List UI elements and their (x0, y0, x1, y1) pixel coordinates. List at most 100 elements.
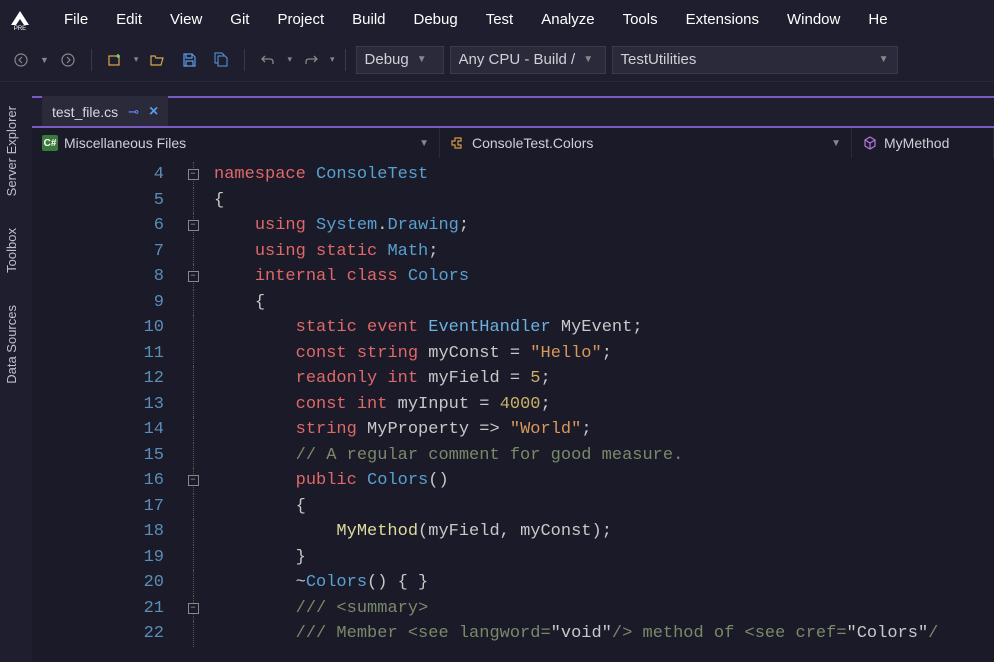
menubar: PRE FileEditViewGitProjectBuildDebugTest… (0, 0, 994, 38)
config-dropdown[interactable]: Debug ▼ (356, 46, 444, 74)
save-all-icon[interactable] (208, 47, 234, 73)
menu-tools[interactable]: Tools (609, 7, 672, 32)
line-number: 11 (32, 341, 172, 367)
code-line[interactable]: /// <summary> (214, 596, 994, 622)
code-line[interactable]: internal class Colors (214, 264, 994, 290)
code-line[interactable]: const int myInput = 4000; (214, 392, 994, 418)
menu-view[interactable]: View (156, 7, 216, 32)
code-line[interactable]: const string myConst = "Hello"; (214, 341, 994, 367)
code-line[interactable]: public Colors() (214, 468, 994, 494)
code-line[interactable]: static event EventHandler MyEvent; (214, 315, 994, 341)
fold-row (172, 366, 214, 392)
menu-project[interactable]: Project (263, 7, 338, 32)
svg-text:PRE: PRE (14, 26, 26, 31)
platform-label: Any CPU - Build / (459, 51, 576, 68)
fold-row: − (172, 213, 214, 239)
menu-edit[interactable]: Edit (102, 7, 156, 32)
code-line[interactable]: /// Member <see langword="void"/> method… (214, 621, 994, 647)
undo-icon[interactable] (255, 47, 281, 73)
code-line[interactable]: string MyProperty => "World"; (214, 417, 994, 443)
save-icon[interactable] (176, 47, 202, 73)
chevron-down-icon: ▼ (831, 138, 841, 149)
nav-bar: C# Miscellaneous Files ▼ ConsoleTest.Col… (32, 126, 994, 158)
file-tab[interactable]: test_file.cs ⊸ × (42, 96, 168, 126)
side-tab-data-sources[interactable]: Data Sources (0, 295, 28, 394)
new-project-icon[interactable] (102, 47, 128, 73)
line-number: 17 (32, 494, 172, 520)
code-line[interactable]: using static Math; (214, 239, 994, 265)
fold-row (172, 519, 214, 545)
fold-toggle[interactable]: − (188, 220, 199, 231)
file-tab-label: test_file.cs (52, 104, 118, 120)
nav-back-icon[interactable] (8, 47, 34, 73)
fold-row (172, 417, 214, 443)
fold-row: − (172, 468, 214, 494)
editor-area: test_file.cs ⊸ × C# Miscellaneous Files … (32, 96, 994, 662)
app-logo: PRE (6, 5, 34, 33)
fold-row: − (172, 162, 214, 188)
member-label: MyMethod (884, 135, 949, 151)
code-line[interactable]: // A regular comment for good measure. (214, 443, 994, 469)
config-label: Debug (365, 51, 409, 68)
code-line[interactable]: MyMethod(myField, myConst); (214, 519, 994, 545)
fold-toggle[interactable]: − (188, 271, 199, 282)
side-tab-server-explorer[interactable]: Server Explorer (0, 96, 28, 206)
toolbar: ▼ ▾ ▾ ▾ Debug ▼ Any CPU - Build / ▼ Test… (0, 38, 994, 82)
line-number-gutter: 45678910111213141516171819202122 (32, 158, 172, 662)
menu-he[interactable]: He (854, 7, 901, 32)
line-number: 20 (32, 570, 172, 596)
menu-extensions[interactable]: Extensions (672, 7, 773, 32)
menu-window[interactable]: Window (773, 7, 854, 32)
line-number: 14 (32, 417, 172, 443)
menu-debug[interactable]: Debug (400, 7, 472, 32)
chevron-down-icon: ▼ (419, 138, 429, 149)
side-tabs: Server Explorer Toolbox Data Sources (0, 96, 28, 394)
member-dropdown[interactable]: MyMethod (852, 128, 994, 158)
menu-build[interactable]: Build (338, 7, 399, 32)
pin-icon[interactable]: ⊸ (128, 104, 139, 120)
code-line[interactable]: readonly int myField = 5; (214, 366, 994, 392)
open-icon[interactable] (144, 47, 170, 73)
menu-file[interactable]: File (50, 7, 102, 32)
line-number: 5 (32, 188, 172, 214)
fold-toggle[interactable]: − (188, 603, 199, 614)
code-line[interactable]: { (214, 290, 994, 316)
chevron-down-icon: ▼ (417, 54, 427, 65)
csharp-icon: C# (42, 135, 58, 151)
code-line[interactable]: } (214, 545, 994, 571)
line-number: 15 (32, 443, 172, 469)
side-tab-toolbox[interactable]: Toolbox (0, 218, 28, 283)
fold-row (172, 621, 214, 647)
code-line[interactable]: namespace ConsoleTest (214, 162, 994, 188)
redo-icon[interactable] (298, 47, 324, 73)
method-icon (862, 135, 878, 151)
menu-git[interactable]: Git (216, 7, 263, 32)
platform-dropdown[interactable]: Any CPU - Build / ▼ (450, 46, 606, 74)
fold-row (172, 443, 214, 469)
fold-toggle[interactable]: − (188, 475, 199, 486)
nav-forward-icon[interactable] (55, 47, 81, 73)
code-content[interactable]: namespace ConsoleTest{ using System.Draw… (214, 158, 994, 662)
scope-label: Miscellaneous Files (64, 135, 186, 151)
class-dropdown[interactable]: ConsoleTest.Colors ▼ (440, 128, 852, 158)
startup-dropdown[interactable]: TestUtilities ▼ (612, 46, 898, 74)
line-number: 6 (32, 213, 172, 239)
menu-test[interactable]: Test (472, 7, 528, 32)
code-line[interactable]: ~Colors() { } (214, 570, 994, 596)
code-line[interactable]: { (214, 188, 994, 214)
close-icon[interactable]: × (149, 103, 158, 121)
scope-dropdown[interactable]: C# Miscellaneous Files ▼ (32, 128, 440, 158)
menu-analyze[interactable]: Analyze (527, 7, 608, 32)
chevron-down-icon: ▼ (583, 54, 593, 65)
fold-row (172, 494, 214, 520)
fold-toggle[interactable]: − (188, 169, 199, 180)
fold-row (172, 341, 214, 367)
fold-row (172, 239, 214, 265)
code-line[interactable]: using System.Drawing; (214, 213, 994, 239)
line-number: 13 (32, 392, 172, 418)
code-line[interactable]: { (214, 494, 994, 520)
line-number: 4 (32, 162, 172, 188)
code-editor[interactable]: 45678910111213141516171819202122 −−−−− n… (32, 158, 994, 662)
line-number: 8 (32, 264, 172, 290)
line-number: 10 (32, 315, 172, 341)
